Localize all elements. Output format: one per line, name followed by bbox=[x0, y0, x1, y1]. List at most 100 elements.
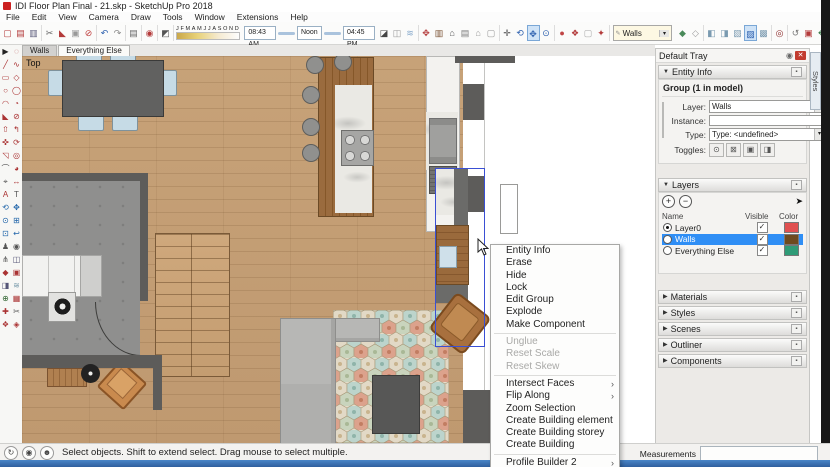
circle-tool-icon[interactable]: ○ bbox=[0, 84, 11, 97]
context-item-entity-info[interactable]: Entity Info bbox=[491, 245, 619, 257]
shadow-settings-icon[interactable]: ◩ bbox=[159, 25, 172, 41]
save-icon[interactable]: ▥ bbox=[27, 25, 40, 41]
menu-draw[interactable]: Draw bbox=[125, 12, 157, 22]
extension-d-tool-icon[interactable]: ◈ bbox=[11, 318, 22, 331]
layer-radio[interactable] bbox=[663, 246, 672, 256]
pan-icon[interactable]: ✥ bbox=[526, 25, 540, 41]
measurements-input[interactable] bbox=[700, 446, 818, 461]
select-tool-icon[interactable]: ▶ bbox=[0, 45, 11, 58]
coffee-table[interactable] bbox=[372, 375, 420, 434]
push-pull-tool-icon[interactable]: ⇧ bbox=[0, 123, 11, 136]
sofa-chaise[interactable] bbox=[280, 318, 336, 443]
shadow-time-end[interactable]: 04:45 PM bbox=[342, 26, 375, 48]
crate-icon[interactable]: ▢ bbox=[485, 25, 498, 41]
wall-stub[interactable] bbox=[153, 355, 162, 410]
stove-cooktop[interactable] bbox=[341, 130, 374, 166]
layer-color-chip[interactable] bbox=[783, 233, 799, 245]
laundry-sink[interactable] bbox=[80, 255, 102, 297]
context-item-edit-group[interactable]: Edit Group bbox=[491, 294, 619, 306]
dining-table[interactable] bbox=[62, 60, 164, 117]
add-location-tool-icon[interactable]: ⊕ bbox=[0, 292, 11, 305]
redo-icon[interactable]: ↷ bbox=[111, 25, 124, 41]
section-options-icon[interactable]: ▪ bbox=[791, 355, 802, 366]
staircase[interactable] bbox=[155, 233, 230, 377]
menu-edit[interactable]: Edit bbox=[26, 12, 53, 22]
context-item-zoom-selection[interactable]: Zoom Selection bbox=[491, 403, 619, 415]
shadows-tool-icon[interactable]: ◨ bbox=[0, 279, 11, 292]
face-style-3-icon[interactable]: ▧ bbox=[731, 25, 744, 41]
menu-window[interactable]: Window bbox=[189, 12, 231, 22]
components-section-header[interactable]: ▶ Components ▪ bbox=[658, 353, 807, 368]
zoom-tool-icon[interactable]: ⊙ bbox=[0, 214, 11, 227]
appliance[interactable] bbox=[429, 118, 457, 164]
wall-segment[interactable] bbox=[463, 390, 493, 443]
face-style-5-icon[interactable]: ▩ bbox=[757, 25, 770, 41]
chevron-down-icon[interactable]: ▾ bbox=[659, 29, 669, 37]
type-select[interactable]: Type: <undefined> ▾ bbox=[709, 128, 825, 141]
eraser-tool-icon[interactable]: ⊘ bbox=[11, 110, 22, 123]
print-icon[interactable]: ▤ bbox=[127, 25, 140, 41]
position-texture-icon[interactable]: ✥ bbox=[420, 25, 433, 41]
sphere-icon[interactable]: ● bbox=[556, 25, 569, 41]
rollback-icon[interactable]: ↺ bbox=[789, 25, 802, 41]
zoom-window-tool-icon[interactable]: ⊞ bbox=[11, 214, 22, 227]
layer-visible-checkbox[interactable]: ✓ bbox=[756, 233, 768, 245]
shadow-months-strip[interactable]: JFMAMJJASOND bbox=[176, 26, 241, 40]
layer-visible-checkbox[interactable]: ✓ bbox=[756, 245, 768, 257]
tool-red-icon[interactable]: ▣ bbox=[802, 25, 815, 41]
axes-tool-icon[interactable]: ⌖ bbox=[0, 175, 11, 188]
context-item-create-building-storey[interactable]: Create Building storey bbox=[491, 427, 619, 439]
rotated-rectangle-tool-icon[interactable]: ◇ bbox=[11, 71, 22, 84]
context-item-erase[interactable]: Erase bbox=[491, 257, 619, 269]
styles-section-header[interactable]: ▶ Styles ▪ bbox=[658, 305, 807, 320]
orbit-tool-icon[interactable]: ⟲ bbox=[0, 201, 11, 214]
pan-tool-icon[interactable]: ✥ bbox=[11, 201, 22, 214]
context-item-create-building-element[interactable]: Create Building element bbox=[491, 415, 619, 427]
cast-shadows-toggle-icon[interactable]: ◨ bbox=[760, 143, 775, 157]
context-item-intersect-faces[interactable]: Intersect Faces › bbox=[491, 378, 619, 390]
polygon-tool-icon[interactable]: ◯ bbox=[11, 84, 22, 97]
context-item-lock[interactable]: Lock bbox=[491, 282, 619, 294]
fog-tool-icon[interactable]: ≋ bbox=[11, 279, 22, 292]
shadow-months-slider[interactable] bbox=[176, 32, 241, 40]
cabinet-icon[interactable]: ▥ bbox=[433, 25, 446, 41]
menu-view[interactable]: View bbox=[52, 12, 82, 22]
add-layer-button[interactable]: + bbox=[662, 195, 675, 208]
materials-section-header[interactable]: ▶ Materials ▪ bbox=[658, 289, 807, 304]
layer-row-walls[interactable]: Walls ✓ bbox=[662, 233, 803, 245]
wall-segment[interactable] bbox=[463, 84, 484, 120]
outliner-section-header[interactable]: ▶ Outliner ▪ bbox=[658, 337, 807, 352]
undo-icon[interactable]: ↶ bbox=[98, 25, 111, 41]
context-item-explode[interactable]: Explode bbox=[491, 306, 619, 318]
entity-info-section-header[interactable]: ▼ Entity Info ▪ bbox=[658, 65, 807, 79]
extension-a-tool-icon[interactable]: ✚ bbox=[0, 305, 11, 318]
layer-radio[interactable] bbox=[663, 234, 672, 244]
section-options-icon[interactable]: ▪ bbox=[791, 180, 802, 190]
dimension-tool-icon[interactable]: ↔ bbox=[11, 175, 22, 188]
wall-segment[interactable] bbox=[455, 56, 515, 63]
arc-tool-icon[interactable]: ◠ bbox=[0, 97, 11, 110]
pie-tool-icon[interactable]: ◔ bbox=[11, 97, 22, 110]
freehand-tool-icon[interactable]: ∿ bbox=[11, 58, 22, 71]
utility-room-wall-top[interactable] bbox=[22, 173, 148, 181]
tray-side-tab[interactable]: Styles bbox=[810, 52, 821, 110]
context-item-profile-builder-2[interactable]: Profile Builder 2 › bbox=[491, 457, 619, 467]
zoom-extents-tool-icon[interactable]: ⊡ bbox=[0, 227, 11, 240]
polygon-white-icon[interactable]: ◇ bbox=[689, 25, 702, 41]
rotate-tool-icon[interactable]: ⟳ bbox=[11, 136, 22, 149]
context-item-make-component[interactable]: Make Component bbox=[491, 319, 619, 331]
section-options-icon[interactable]: ▪ bbox=[791, 307, 802, 318]
group-tool-icon[interactable]: ▣ bbox=[11, 266, 22, 279]
line-tool-icon[interactable]: ╱ bbox=[0, 58, 11, 71]
context-item-hide[interactable]: Hide bbox=[491, 270, 619, 282]
layer-radio[interactable] bbox=[663, 223, 672, 233]
soften-edges-icon[interactable]: ≋ bbox=[404, 25, 417, 41]
hidden-toggle-icon[interactable]: ⊙ bbox=[709, 143, 724, 157]
menu-extensions[interactable]: Extensions bbox=[231, 12, 285, 22]
layer-details-arrow-icon[interactable]: ➤ bbox=[795, 196, 803, 207]
user-icon[interactable]: ☻ bbox=[40, 445, 54, 460]
red-tool-icon[interactable]: ✦ bbox=[595, 25, 608, 41]
bar-stool[interactable] bbox=[302, 118, 320, 136]
home-icon[interactable]: ⌂ bbox=[446, 25, 459, 41]
material-sampler-icon[interactable]: ❖ bbox=[569, 25, 582, 41]
